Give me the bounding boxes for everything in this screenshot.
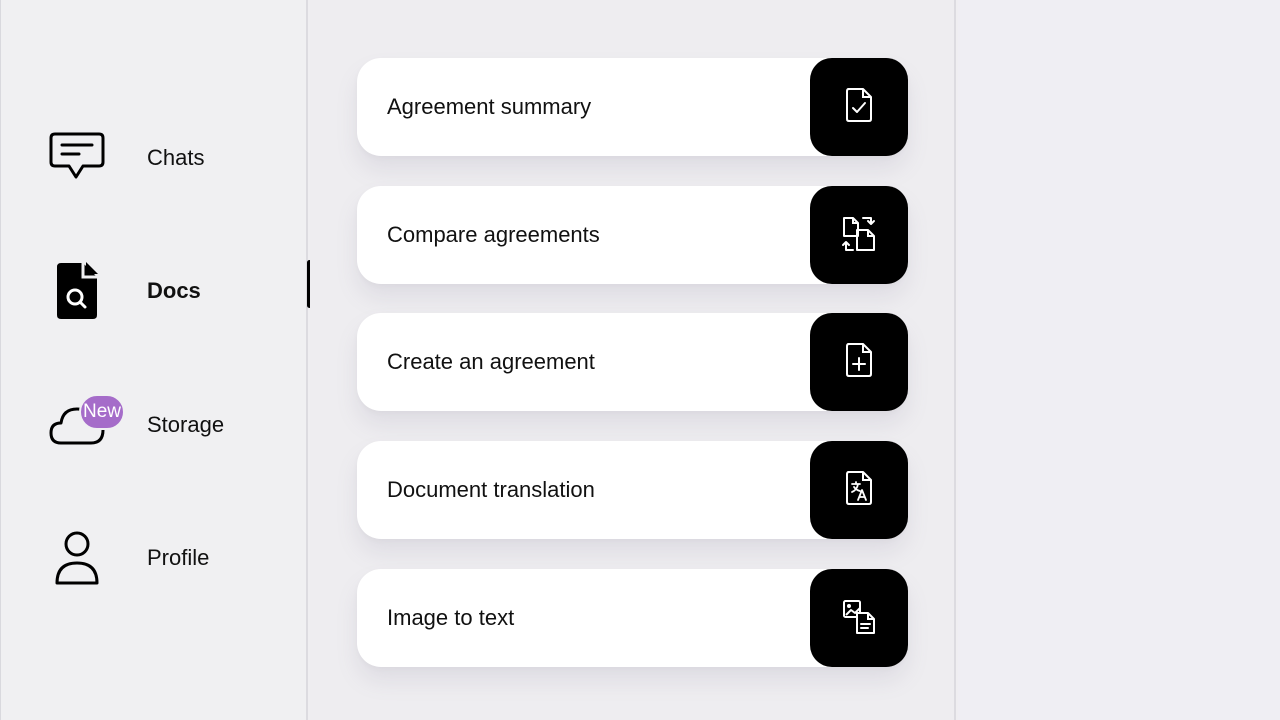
card-label: Agreement summary — [387, 94, 592, 119]
document-translation-button[interactable] — [810, 441, 908, 539]
sidebar-item-label: Profile — [147, 545, 210, 570]
compare-agreements-button[interactable] — [810, 186, 908, 284]
card-image-to-text[interactable]: Image to text — [357, 569, 908, 667]
card-label: Create an agreement — [387, 349, 595, 374]
card-label: Compare agreements — [387, 222, 600, 247]
agreement-summary-button[interactable] — [810, 58, 908, 156]
doc-translate-icon — [844, 470, 874, 511]
doc-compare-icon — [841, 214, 877, 257]
sidebar-item-label: Docs — [147, 278, 201, 303]
person-icon — [47, 528, 107, 588]
card-compare-agreements[interactable]: Compare agreements — [357, 186, 908, 284]
create-agreement-button[interactable] — [810, 313, 908, 411]
doc-search-icon — [47, 261, 107, 321]
sidebar-item-profile[interactable]: Profile — [1, 523, 307, 593]
card-document-translation[interactable]: Document translation — [357, 441, 908, 539]
sidebar: Chats Docs Storage New Profile — [0, 0, 312, 720]
card-agreement-summary[interactable]: Agreement summary — [357, 58, 908, 156]
card-label: Image to text — [387, 605, 515, 630]
sidebar-item-chats[interactable]: Chats — [1, 123, 307, 193]
new-badge: New — [79, 394, 125, 430]
image-to-text-button[interactable] — [810, 569, 908, 667]
sidebar-item-label: Storage — [147, 412, 225, 437]
detail-pane — [958, 0, 1280, 720]
card-create-agreement[interactable]: Create an agreement — [357, 313, 908, 411]
doc-plus-icon — [844, 342, 874, 383]
sidebar-item-storage[interactable]: Storage — [1, 390, 307, 460]
chat-bubble-icon — [47, 128, 107, 188]
sidebar-item-label: Chats — [147, 145, 205, 170]
card-label: Document translation — [387, 477, 595, 502]
sidebar-item-docs[interactable]: Docs — [1, 256, 307, 326]
doc-check-icon — [844, 87, 874, 128]
image-to-text-icon — [841, 597, 877, 640]
